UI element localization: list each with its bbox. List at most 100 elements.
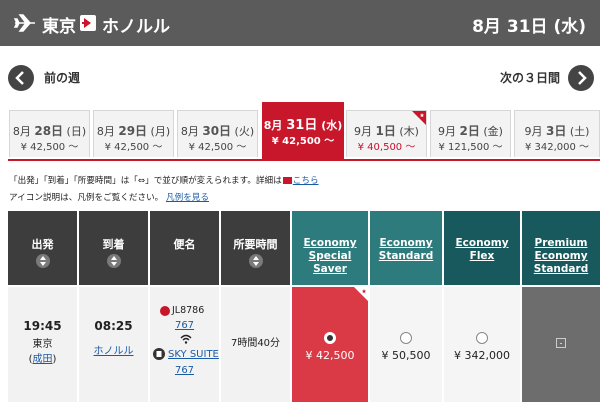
col-header-label: 便名 [173,238,196,251]
tab-weekday: (日) [66,125,87,138]
date-tab-0903[interactable]: 9月 3日 (土) ¥ 342,000 〜 [514,110,600,157]
col-header-economy-flex[interactable]: Economy Flex [444,211,520,285]
fare-radio[interactable] [324,332,336,344]
tab-price: ¥ 42,500 〜 [188,142,247,153]
fare-radio[interactable] [400,332,412,344]
date-tab-0901[interactable]: 9月 1日 (木) ¥ 40,500 〜 [346,110,427,157]
fare-header-link[interactable]: Economy Standard [372,237,440,263]
col-header-label: 出発 [31,238,54,251]
chevron-right-icon [578,71,587,85]
fare-header-link[interactable]: Economy Flex [446,237,518,263]
selected-date-month: 8月 [472,17,501,37]
legend-note: アイコン説明は、凡例をご覧ください。 凡例を見る [9,191,209,203]
fare-price: ¥ 42,500 [305,349,355,362]
col-header-label: 所要時間 [233,238,278,251]
col-header-flight: 便名 [150,211,219,285]
col-header-label: 到着 [102,238,125,251]
arrival-time: 08:25 [94,319,133,333]
col-header-arrival[interactable]: 到着 [79,211,148,285]
selected-date: 8月 31日 (水) [472,12,586,37]
fare-cell-economy-standard[interactable]: ¥ 50,500 [370,287,442,402]
tab-weekday: (金) [483,125,503,138]
tab-month: 8月 [12,125,31,138]
aircraft-link[interactable]: 767 [175,365,194,376]
tab-price: ¥ 40,500 〜 [357,142,416,153]
sky-suite-link[interactable]: SKY SUITE [168,349,219,360]
sort-icon[interactable] [248,254,263,268]
tab-weekday: (水) [321,119,343,132]
flight-duration: 7時間40分 [230,338,281,349]
tab-weekday: (木) [399,125,419,138]
date-tab-0902[interactable]: 9月 2日 (金) ¥ 121,500 〜 [430,110,511,157]
prev-week-label[interactable]: 前の週 [44,69,80,86]
selected-date-day: 31日 [506,17,548,37]
star-badge-icon [354,287,368,301]
tab-weekday: (火) [234,125,255,138]
tab-month: 9月 [524,125,543,138]
fare-radio[interactable] [476,332,488,344]
sort-note-text: 「出発」「到着」「所要時間」は「⇔」で並び順が変えられます。詳細は [9,176,282,186]
cell-flight: JL8786 767 SKY SUITE 767 [150,287,219,402]
flight-number: JL8786 [172,305,205,316]
tab-price: ¥ 121,500 〜 [438,142,503,153]
date-tab-0830[interactable]: 8月 30日 (火) ¥ 42,500 〜 [177,110,258,157]
wifi-icon [180,334,192,344]
route-header: 東京 ホノルル 8月 31日 (水) [0,0,600,46]
departure-time: 19:45 [23,319,62,333]
fare-price: ¥ 342,000 [454,349,510,362]
col-header-economy-standard[interactable]: Economy Standard [370,211,442,285]
tab-month: 8月 [96,125,115,138]
cell-departure: 19:45 東京 (成田) [8,287,77,402]
col-header-duration[interactable]: 所要時間 [221,211,290,285]
date-tab-0828[interactable]: 8月 28日 (日) ¥ 42,500 〜 [9,110,90,157]
airplane-icon [14,14,35,32]
sort-icon[interactable] [106,254,121,268]
tab-price: ¥ 42,500 〜 [271,136,335,147]
tab-day: 3日 [546,124,567,138]
destination-city: ホノルル [102,17,170,37]
legend-note-text: アイコン説明は、凡例をご覧ください。 [9,193,164,203]
tab-weekday: (土) [569,125,590,138]
tab-month: 8月 [180,125,199,138]
jal-crane-icon [160,306,170,316]
tab-day: 1日 [375,124,396,138]
col-header-premium-economy-standard[interactable]: Premium Economy Standard [522,211,600,285]
aircraft-link[interactable]: 767 [175,320,194,331]
next-days-label[interactable]: 次の３日間 [500,69,560,86]
tab-day: 29日 [118,124,148,138]
tab-day: 28日 [34,124,64,138]
cell-arrival: 08:25 ホノルル [79,287,148,402]
tab-day: 31日 [286,118,318,133]
seat-icon [153,348,165,360]
paren-close: ) [52,354,57,365]
arrival-city-link[interactable]: ホノルル [94,346,134,357]
chevron-left-icon [15,71,24,85]
legend-link[interactable]: 凡例を見る [166,193,209,203]
unavailable-icon [556,338,566,348]
fare-header-link[interactable]: Economy Special Saver [294,237,366,276]
date-tab-0829[interactable]: 8月 29日 (月) ¥ 42,500 〜 [93,110,174,157]
fare-price: ¥ 50,500 [381,349,431,362]
next-days-button[interactable] [568,65,594,91]
tab-price: ¥ 342,000 〜 [524,142,590,153]
detail-icon [282,177,292,184]
route-arrow-icon [80,15,96,31]
col-header-departure[interactable]: 出発 [8,211,77,285]
fare-cell-special-saver[interactable]: ¥ 42,500 [292,287,368,402]
fare-header-link[interactable]: Premium Economy Standard [524,237,598,276]
fare-cell-premium-unavailable [522,287,600,402]
sort-icon[interactable] [35,254,50,268]
cell-duration: 7時間40分 [221,287,290,402]
origin-city: 東京 [42,17,76,37]
date-tab-0831-selected[interactable]: 8月 31日 (水) ¥ 42,500 〜 [262,102,344,160]
tab-month: 9月 [438,125,457,138]
tab-weekday: (月) [150,125,171,138]
fare-cell-economy-flex[interactable]: ¥ 342,000 [444,287,520,402]
col-header-economy-special-saver[interactable]: Economy Special Saver [292,211,368,285]
departure-airport-link[interactable]: 成田 [33,354,53,365]
prev-week-button[interactable] [8,65,34,91]
tab-month: 8月 [263,119,283,132]
tab-day: 30日 [202,124,232,138]
tab-price: ¥ 42,500 〜 [20,142,79,153]
sort-detail-link[interactable]: こちら [293,176,319,186]
